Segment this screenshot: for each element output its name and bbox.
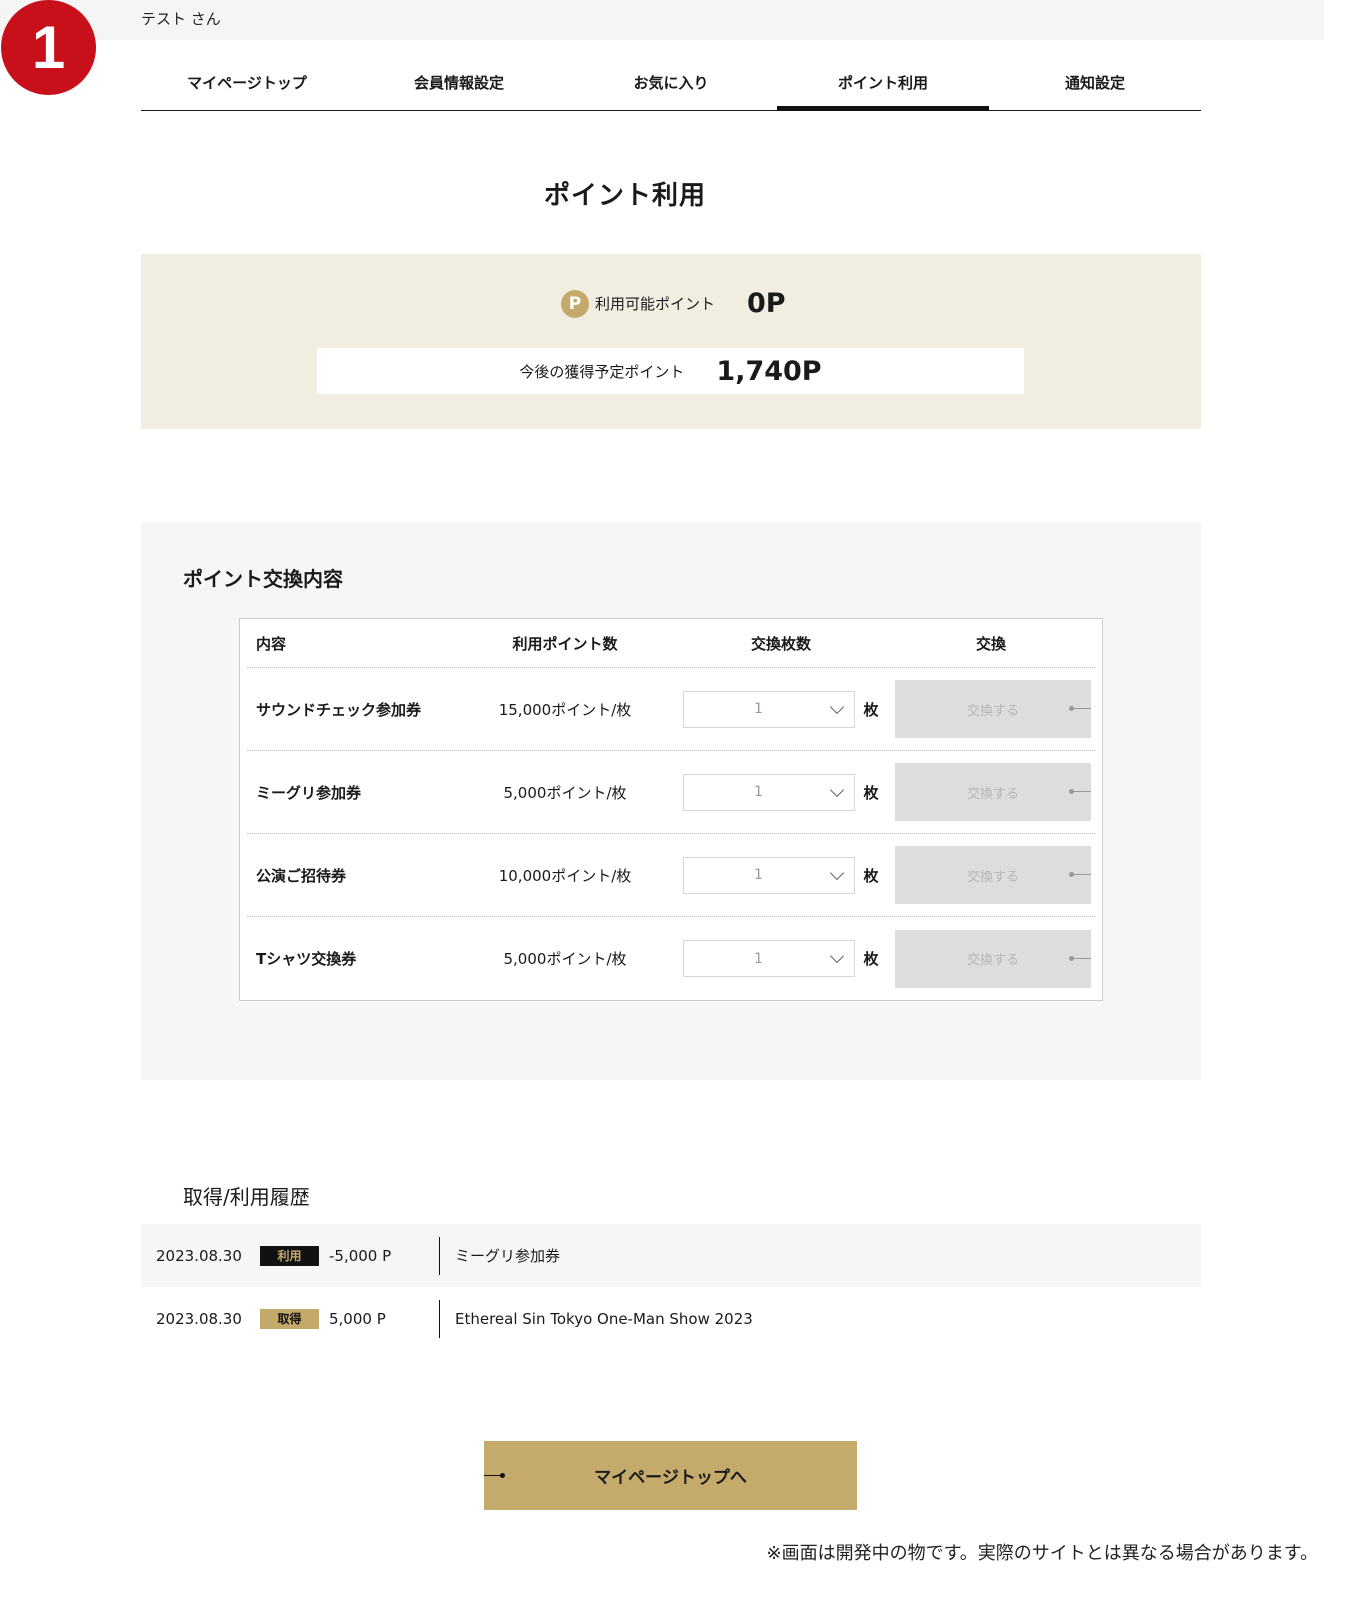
chevron-down-icon: [830, 699, 845, 714]
item-name: ミーグリ参加券: [256, 783, 362, 802]
mypage-top-button[interactable]: マイページトップへ: [484, 1441, 857, 1510]
arrow-icon: [1069, 789, 1091, 794]
exchange-button[interactable]: 交換する: [895, 846, 1091, 904]
history-row: 2023.08.30 取得 5,000 P Ethereal Sin Tokyo…: [141, 1287, 1201, 1350]
future-points: 今後の獲得予定ポイント 1,740P: [317, 348, 1024, 394]
arrow-icon: [1069, 872, 1091, 877]
available-points: P 利用可能ポイント 0P: [561, 288, 786, 319]
history-amount: 5,000 P: [329, 1309, 386, 1328]
tab-favorites[interactable]: お気に入り: [565, 60, 777, 110]
exchange-row: ミーグリ参加券 5,000ポイント/枚 1 枚 交換する: [247, 751, 1095, 834]
quantity-value: 1: [754, 701, 763, 717]
quantity-select[interactable]: 1: [683, 773, 856, 811]
item-name: サウンドチェック参加券: [256, 700, 422, 719]
qty-cell: 1 枚: [671, 773, 891, 811]
chevron-down-icon: [830, 782, 845, 797]
item-points: 5,000ポイント/枚: [503, 950, 627, 968]
unit-label: 枚: [863, 950, 879, 968]
quantity-select[interactable]: 1: [683, 940, 856, 977]
history-row: 2023.08.30 利用 -5,000 P ミーグリ参加券: [141, 1224, 1201, 1287]
future-points-label: 今後の獲得予定ポイント: [519, 362, 685, 381]
exchange-row: サウンドチェック参加券 15,000ポイント/枚 1 枚 交換する: [247, 668, 1095, 751]
tab-point-usage[interactable]: ポイント利用: [777, 60, 989, 111]
history-title: 取得/利用履歴: [183, 1185, 310, 1209]
arrow-icon: [1069, 955, 1091, 961]
item-name: Tシャツ交換券: [256, 950, 357, 968]
item-name: 公演ご招待券: [256, 866, 347, 885]
history-amount: -5,000 P: [329, 1246, 392, 1265]
qty-cell: 1 枚: [671, 690, 891, 728]
history-divider: [439, 1300, 440, 1338]
history-divider: [439, 1237, 440, 1275]
history-date: 2023.08.30: [156, 1246, 242, 1265]
tab-member-settings[interactable]: 会員情報設定: [353, 60, 565, 110]
history-description: Ethereal Sin Tokyo One-Man Show 2023: [455, 1309, 753, 1328]
tab-notification-settings[interactable]: 通知設定: [989, 60, 1201, 110]
exchange-title: ポイント交換内容: [183, 567, 343, 591]
chevron-down-icon: [830, 948, 845, 964]
qty-cell: 1 枚: [671, 940, 891, 977]
tab-mypage-top[interactable]: マイページトップ: [141, 60, 353, 110]
page-title: ポイント利用: [543, 181, 706, 211]
header-qty: 交換枚数: [750, 634, 811, 653]
arrow-icon: [484, 1473, 505, 1478]
exchange-button-label: 交換する: [966, 869, 1019, 885]
mypage-tabs: マイページトップ 会員情報設定 お気に入り ポイント利用 通知設定: [141, 60, 1201, 111]
unit-label: 枚: [863, 700, 879, 719]
point-icon: P: [561, 289, 589, 318]
history-description: ミーグリ参加券: [455, 1247, 561, 1265]
quantity-value: 1: [754, 950, 763, 967]
action-cell: 交換する: [891, 929, 1091, 988]
quantity-value: 1: [754, 784, 763, 800]
action-cell: 交換する: [891, 846, 1091, 904]
exchange-button-label: 交換する: [966, 786, 1019, 802]
exchange-table-header: 内容 利用ポイント数 交換枚数 交換: [247, 619, 1095, 668]
exchange-button-label: 交換する: [966, 953, 1019, 968]
qty-cell: 1 枚: [671, 856, 891, 894]
available-points-value: 0P: [747, 288, 786, 319]
header-name: 内容: [256, 634, 287, 653]
arrow-icon: [1069, 706, 1091, 711]
available-points-label: 利用可能ポイント: [595, 295, 716, 313]
item-points: 5,000ポイント/枚: [503, 783, 627, 802]
item-points: 10,000ポイント/枚: [498, 866, 632, 885]
step-number-badge: 1: [1, 0, 96, 95]
header-points: 利用ポイント数: [512, 634, 618, 653]
user-name: テスト さん: [141, 10, 221, 28]
history-type-badge: 利用: [260, 1245, 319, 1266]
history-list: 2023.08.30 利用 -5,000 P ミーグリ参加券 2023.08.3…: [141, 1224, 1201, 1350]
action-cell: 交換する: [891, 680, 1091, 738]
mypage-top-button-label: マイページトップへ: [594, 1468, 747, 1488]
exchange-section: ポイント交換内容 内容 利用ポイント数 交換枚数 交換 サウンドチェック参加券 …: [141, 523, 1201, 1080]
exchange-button-label: 交換する: [966, 703, 1019, 719]
quantity-select[interactable]: 1: [683, 690, 856, 728]
future-points-value: 1,740P: [716, 355, 822, 387]
top-bar: テスト さん: [0, 0, 1324, 40]
exchange-row: Tシャツ交換券 5,000ポイント/枚 1 枚 交換する: [247, 917, 1095, 1000]
action-cell: 交換する: [891, 763, 1091, 821]
exchange-table: 内容 利用ポイント数 交換枚数 交換 サウンドチェック参加券 15,000ポイン…: [239, 618, 1103, 1001]
exchange-row: 公演ご招待券 10,000ポイント/枚 1 枚 交換する: [247, 834, 1095, 917]
history-type-badge: 取得: [260, 1308, 319, 1329]
quantity-value: 1: [754, 867, 763, 883]
exchange-button[interactable]: 交換する: [895, 929, 1091, 988]
dev-notice: ※画面は開発中の物です。実際のサイトとは異なる場合があります。: [766, 1543, 1318, 1564]
points-summary: P 利用可能ポイント 0P 今後の獲得予定ポイント 1,740P: [141, 254, 1201, 429]
unit-label: 枚: [863, 783, 879, 802]
quantity-select[interactable]: 1: [683, 856, 856, 894]
unit-label: 枚: [863, 866, 879, 885]
item-points: 15,000ポイント/枚: [498, 700, 632, 719]
chevron-down-icon: [830, 865, 845, 880]
exchange-button[interactable]: 交換する: [895, 763, 1091, 821]
header-action: 交換: [975, 634, 1006, 653]
exchange-button[interactable]: 交換する: [895, 680, 1091, 738]
history-date: 2023.08.30: [156, 1309, 242, 1328]
